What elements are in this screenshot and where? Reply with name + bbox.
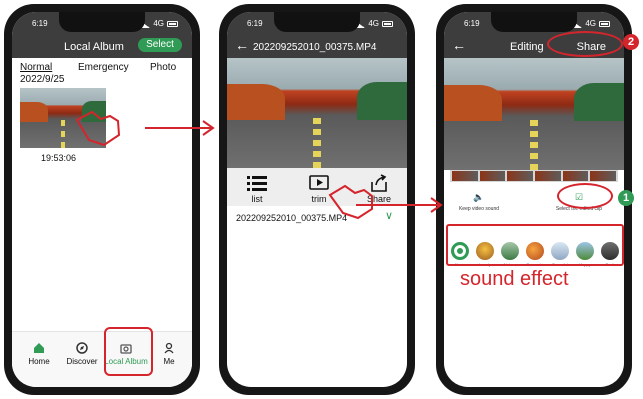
sound-effect-caption: sound effect xyxy=(460,268,569,290)
highlight-share xyxy=(547,31,623,57)
phone-notch xyxy=(491,12,577,32)
step-badge-2: 2 xyxy=(623,34,639,50)
hand-cursor-1 xyxy=(75,110,121,147)
network-label: 4G xyxy=(368,19,379,28)
highlight-sound-effects xyxy=(446,224,624,266)
arrow-to-phone2 xyxy=(145,120,215,136)
arrow-to-phone3 xyxy=(356,197,443,213)
hand-cursor-2 xyxy=(328,184,373,220)
status-time: 6:19 xyxy=(32,19,48,28)
status-time: 6:19 xyxy=(464,19,480,28)
tutorial-canvas: Local Album Select 6:19 4G Normal Emerge… xyxy=(0,0,643,399)
highlight-select-clip xyxy=(557,183,613,209)
highlight-local-album xyxy=(104,327,153,376)
battery-icon xyxy=(599,20,610,27)
phone-notch xyxy=(59,12,145,32)
step-badge-1: 1 xyxy=(618,190,634,206)
annotation-arrows xyxy=(75,110,443,220)
phone-notch xyxy=(274,12,360,32)
network-label: 4G xyxy=(585,19,596,28)
battery-icon xyxy=(382,20,393,27)
battery-icon xyxy=(167,20,178,27)
status-time: 6:19 xyxy=(247,19,263,28)
network-label: 4G xyxy=(153,19,164,28)
